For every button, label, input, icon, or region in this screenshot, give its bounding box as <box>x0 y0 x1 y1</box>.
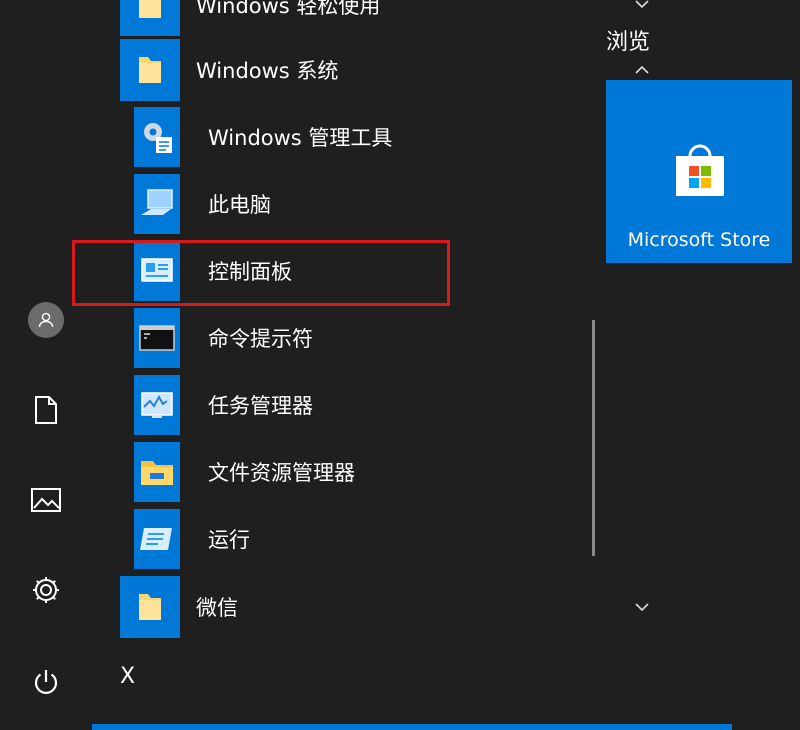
start-left-rail <box>0 0 92 730</box>
app-label: 此电脑 <box>208 193 271 217</box>
gear-icon <box>33 577 59 603</box>
control-panel-highlight-box <box>72 240 450 306</box>
app-label: Windows 管理工具 <box>208 126 393 150</box>
app-label: 任务管理器 <box>208 394 313 418</box>
admin-tools-icon <box>144 123 172 153</box>
app-label: 文件资源管理器 <box>208 461 355 485</box>
tile-group-title: 浏览 <box>606 30 651 55</box>
list-scrollbar[interactable] <box>592 320 595 556</box>
next-item-tile-edge <box>92 724 732 730</box>
command-prompt-icon <box>139 325 175 351</box>
app-this-pc[interactable]: 此电脑 <box>134 173 584 235</box>
microsoft-store-tile[interactable]: Microsoft Store <box>606 80 792 263</box>
app-tile <box>134 442 180 502</box>
group-windows-ease-of-access[interactable]: Windows 轻松使用 <box>120 0 665 36</box>
app-tile <box>134 174 180 234</box>
app-list: Windows 轻松使用 Windows 系统 Windows 管理工具 此电脑… <box>92 0 649 730</box>
group-tile <box>120 0 180 36</box>
store-bag-icon <box>676 144 724 196</box>
app-tile <box>134 509 180 569</box>
pictures-button[interactable] <box>22 476 70 524</box>
app-label: 运行 <box>208 528 250 552</box>
chevron-down-icon[interactable] <box>632 0 652 14</box>
user-avatar-button[interactable] <box>22 296 70 344</box>
run-icon <box>140 528 172 550</box>
settings-button[interactable] <box>22 566 70 614</box>
group-label: Windows 轻松使用 <box>196 0 381 18</box>
picture-icon <box>31 488 61 512</box>
chevron-up-icon[interactable] <box>632 60 652 80</box>
folder-icon <box>139 57 161 83</box>
group-wechat[interactable]: 微信 <box>120 576 665 638</box>
file-explorer-icon <box>141 461 173 485</box>
app-windows-admin-tools[interactable]: Windows 管理工具 <box>134 106 584 168</box>
store-tile-label: Microsoft Store <box>627 229 771 251</box>
app-task-manager[interactable]: 任务管理器 <box>134 374 584 436</box>
group-label: 微信 <box>196 596 238 620</box>
documents-button[interactable] <box>22 386 70 434</box>
group-tile <box>120 39 180 101</box>
folder-icon <box>139 594 161 620</box>
power-button[interactable] <box>22 658 70 706</box>
task-manager-icon <box>141 392 173 418</box>
app-file-explorer[interactable]: 文件资源管理器 <box>134 441 584 503</box>
computer-icon <box>141 189 173 215</box>
app-tile <box>134 107 180 167</box>
app-tile <box>134 308 180 368</box>
group-windows-system[interactable]: Windows 系统 <box>120 39 665 101</box>
chevron-down-icon[interactable] <box>632 597 652 617</box>
folder-icon <box>139 0 161 18</box>
power-icon <box>34 670 58 694</box>
letter-header[interactable]: X <box>120 664 135 689</box>
document-icon <box>35 396 57 424</box>
app-tile <box>134 375 180 435</box>
app-command-prompt[interactable]: 命令提示符 <box>134 307 584 369</box>
app-run[interactable]: 运行 <box>134 508 584 570</box>
group-label: Windows 系统 <box>196 59 339 83</box>
app-label: 命令提示符 <box>208 327 313 351</box>
group-tile <box>120 576 180 638</box>
user-icon <box>28 302 64 338</box>
